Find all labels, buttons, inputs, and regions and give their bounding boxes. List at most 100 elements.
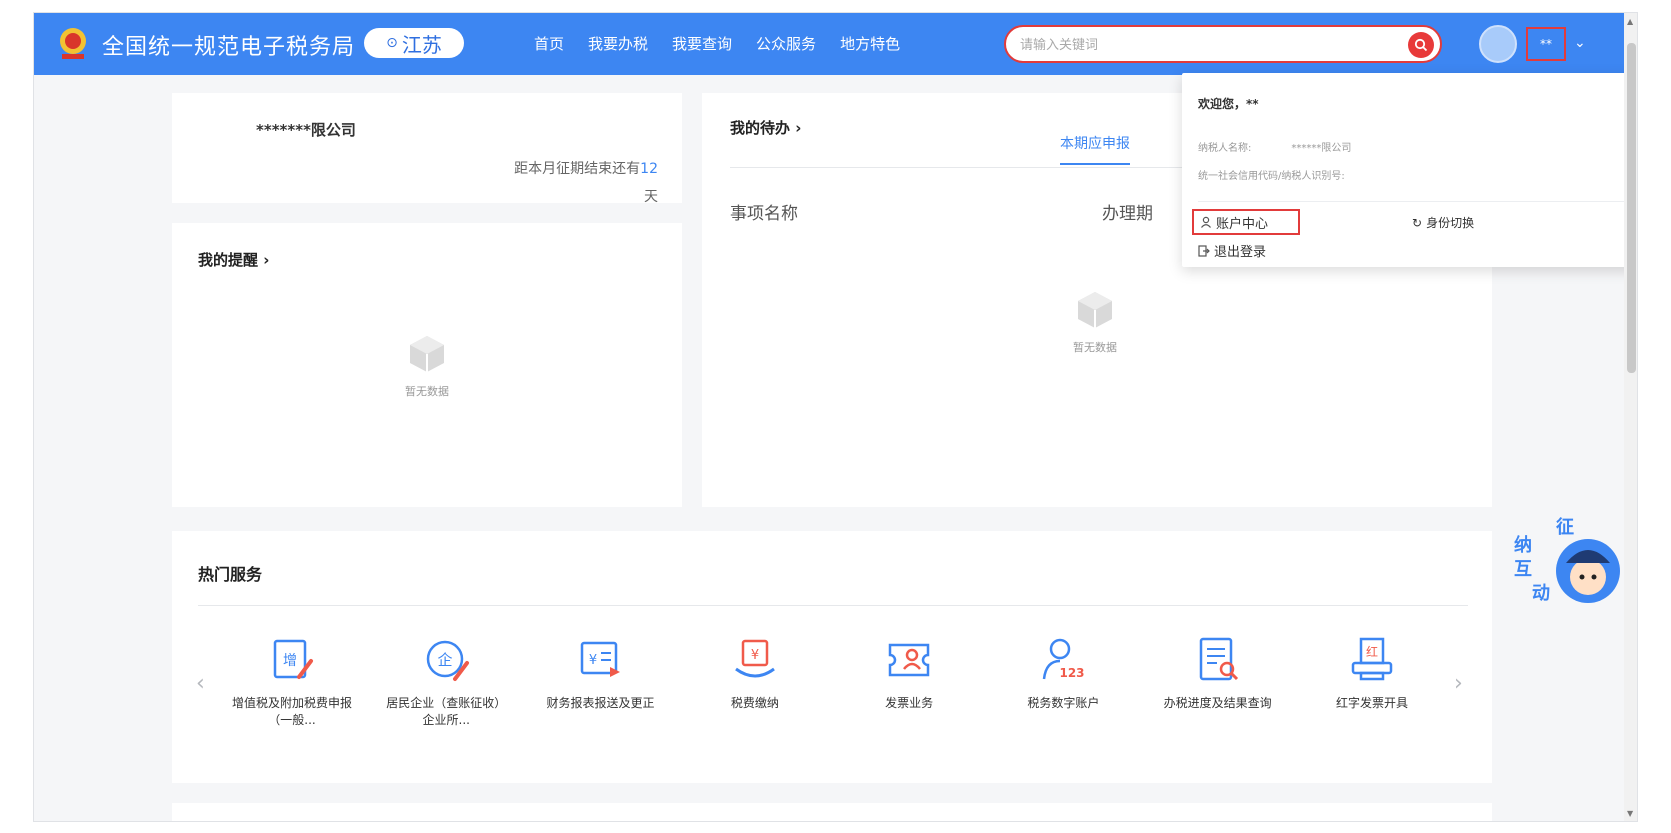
assistant-char: 纳	[1514, 534, 1532, 556]
reminders-title[interactable]: 我的提醒 ›	[198, 249, 269, 270]
service-label: 红字发票开具	[1335, 696, 1408, 710]
todo-col-deadline: 办理期	[1102, 204, 1153, 224]
assistant-char: 互	[1514, 559, 1532, 580]
national-emblem-icon	[60, 28, 86, 59]
chevron-right-icon[interactable]: ›	[1454, 671, 1463, 696]
nav-handle-tax[interactable]: 我要办税	[588, 33, 648, 54]
reminders-card: 我的提醒 › 暂无数据	[172, 223, 682, 507]
nav-query[interactable]: 我要查询	[672, 33, 732, 54]
taxpayer-label: 纳税人名称:	[1198, 143, 1252, 154]
taxpayer-name-row: 纳税人名称: ******限公司	[1198, 139, 1351, 154]
financial-report-icon: ¥	[580, 641, 620, 677]
service-tax-payment[interactable]: ¥ 税费缴纳	[685, 635, 825, 729]
service-invoice[interactable]: 发票业务	[839, 635, 979, 729]
todo-empty-text: 暂无数据	[1073, 341, 1117, 354]
credit-code-row: 统一社会信用代码/纳税人识别号:	[1198, 167, 1345, 182]
service-glyph: ¥	[751, 648, 759, 663]
empty-box-icon	[410, 336, 444, 372]
service-glyph: 红	[1366, 644, 1378, 659]
scrollbar-thumb[interactable]	[1627, 43, 1636, 373]
nav-public-service[interactable]: 公众服务	[756, 33, 816, 54]
main-nav: 首页 我要办税 我要查询 公众服务 地方特色	[534, 33, 900, 54]
tax-payment-icon: ¥	[734, 639, 775, 678]
search-button[interactable]	[1408, 32, 1434, 58]
chevron-left-icon[interactable]: ‹	[196, 671, 205, 696]
region-selector[interactable]: ⊙ 江苏	[364, 28, 464, 58]
todo-empty-state: 暂无数据	[1040, 289, 1150, 355]
service-glyph: 增	[283, 653, 297, 669]
taxpayer-value: ******限公司	[1291, 143, 1352, 154]
service-label: 发票业务	[885, 696, 934, 710]
assistant-char: 征	[1556, 516, 1574, 538]
logout-label: 退出登录	[1214, 245, 1267, 260]
scroll-up-icon[interactable]: ▲	[1627, 17, 1633, 26]
deadline-days: 12	[640, 161, 658, 177]
progress-query-icon	[1199, 637, 1238, 681]
switch-identity-button[interactable]: ↻ 身份切换	[1412, 214, 1474, 231]
user-icon	[1201, 216, 1211, 228]
interactive-assistant-button[interactable]: 征 纳 互 动	[1504, 513, 1622, 617]
service-glyph: ¥	[588, 653, 596, 668]
assistant-mascot-icon: 征 纳 互 动	[1514, 516, 1620, 604]
logout-icon	[1198, 244, 1210, 257]
service-label: 财务报表报送及更正	[546, 696, 655, 710]
search-box	[1004, 25, 1442, 63]
region-label: 江苏	[401, 32, 442, 57]
service-digital-account[interactable]: 123 税务数字账户	[993, 635, 1133, 729]
deadline-prefix: 距本月征期结束还有	[514, 161, 641, 177]
tab-current-declaration[interactable]: 本期应申报	[1060, 133, 1130, 165]
location-pin-icon: ⊙	[386, 35, 398, 51]
digital-account-icon: 123	[1043, 638, 1085, 680]
todo-col-name: 事项名称	[730, 204, 798, 224]
hot-services-title: 热门服务	[198, 565, 263, 584]
account-center-button[interactable]: 账户中心	[1192, 209, 1300, 235]
dropdown-divider	[1198, 201, 1624, 202]
service-financial-report[interactable]: ¥ 财务报表报送及更正	[531, 635, 671, 729]
company-name: *******限公司	[256, 121, 356, 139]
service-progress-query[interactable]: 办税进度及结果查询	[1148, 635, 1288, 729]
site-title[interactable]: 全国统一规范电子税务局	[102, 29, 355, 61]
service-label: 税费缴纳	[730, 696, 779, 710]
service-glyph: 123	[1060, 666, 1085, 680]
deadline-countdown: 距本月征期结束还有12 天	[408, 159, 658, 207]
vat-declare-icon: 增	[273, 639, 313, 679]
service-label: 税务数字账户	[1027, 696, 1100, 710]
search-input[interactable]	[1020, 35, 1380, 55]
user-menu-trigger[interactable]: **	[1526, 27, 1566, 61]
user-dropdown-menu: 欢迎您，** 纳税人名称: ******限公司 统一社会信用代码/纳税人识别号: …	[1182, 73, 1637, 267]
service-glyph: 企	[438, 651, 453, 669]
deadline-unit: 天	[644, 189, 658, 205]
hot-services-card: 热门服务 ‹ › 增 增值税及附加税费申报（一般... 企 居民企业（查账征收）…	[172, 531, 1492, 783]
enterprise-tax-icon: 企	[427, 640, 470, 681]
welcome-text: 欢迎您，**	[1198, 97, 1259, 111]
nav-home[interactable]: 首页	[534, 33, 564, 54]
service-red-invoice[interactable]: 红 红字发票开具	[1302, 635, 1442, 729]
credit-code-label: 统一社会信用代码/纳税人识别号:	[1198, 171, 1345, 182]
refresh-icon: ↻	[1412, 215, 1423, 230]
hot-divider	[198, 605, 1468, 606]
reminders-empty-text: 暂无数据	[405, 385, 449, 398]
company-card: *******限公司 距本月征期结束还有12 天	[172, 93, 682, 205]
service-vat-declare[interactable]: 增 增值税及附加税费申报（一般...	[222, 635, 362, 729]
invoice-icon	[888, 643, 930, 677]
top-header: 全国统一规范电子税务局 ⊙ 江苏 首页 我要办税 我要查询 公众服务 地方特色 …	[34, 13, 1637, 75]
service-label: 办税进度及结果查询	[1163, 696, 1272, 710]
scroll-down-icon[interactable]: ▼	[1627, 809, 1633, 818]
reminders-empty-state: 暂无数据	[372, 333, 482, 399]
search-icon	[1414, 38, 1428, 52]
service-label: 居民企业（查账征收）企业所...	[386, 696, 507, 727]
user-avatar[interactable]	[1479, 25, 1517, 63]
todo-title[interactable]: 我的待办 ›	[730, 117, 801, 138]
next-section-card	[172, 803, 1492, 821]
browser-viewport: 全国统一规范电子税务局 ⊙ 江苏 首页 我要办税 我要查询 公众服务 地方特色 …	[33, 12, 1638, 822]
hot-services-list: 增 增值税及附加税费申报（一般... 企 居民企业（查账征收）企业所... ¥	[222, 635, 1442, 729]
scrollbar[interactable]: ▲ ▼	[1624, 13, 1637, 821]
nav-local-features[interactable]: 地方特色	[840, 33, 900, 54]
account-center-label: 账户中心	[1216, 216, 1269, 232]
service-label: 增值税及附加税费申报（一般...	[232, 696, 353, 727]
service-enterprise-tax[interactable]: 企 居民企业（查账征收）企业所...	[376, 635, 516, 729]
switch-identity-label: 身份切换	[1426, 216, 1475, 230]
logout-button[interactable]: 退出登录	[1198, 241, 1266, 260]
assistant-char: 动	[1532, 583, 1550, 604]
chevron-down-icon[interactable]: ⌄	[1574, 35, 1586, 51]
